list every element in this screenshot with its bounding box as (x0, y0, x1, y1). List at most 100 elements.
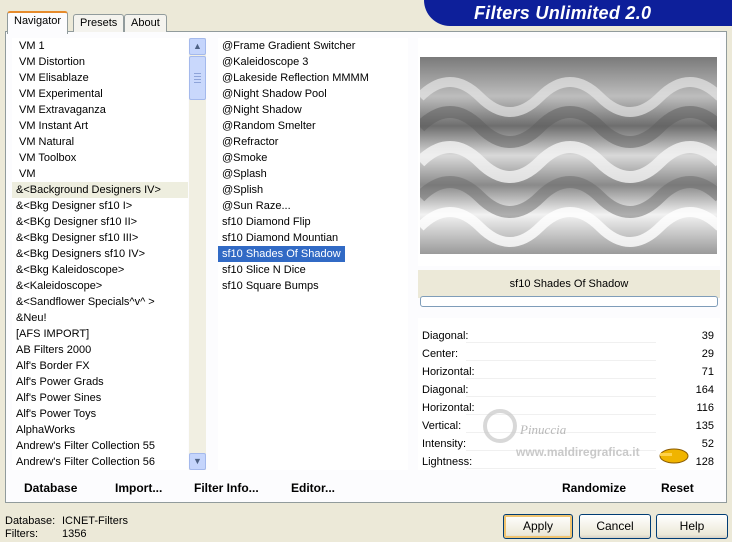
tab-presets[interactable]: Presets (73, 14, 125, 32)
list-item[interactable]: &<Bkg Designers sf10 IV> (12, 246, 188, 262)
slider-track[interactable] (466, 396, 656, 397)
tab-navigator[interactable]: Navigator (7, 11, 69, 34)
list-item[interactable]: Alf's Border FX (12, 358, 188, 374)
param-value: 29 (701, 348, 714, 360)
filters-label: Filters: (5, 528, 38, 540)
param-slider[interactable]: Vertical: 135 (418, 417, 720, 435)
list-item[interactable]: @Splash (218, 166, 408, 182)
list-item[interactable]: sf10 Slice N Dice (218, 262, 408, 278)
list-item[interactable]: Alf's Power Toys (12, 406, 188, 422)
list-item[interactable]: @Night Shadow (218, 102, 408, 118)
database-button[interactable]: Database (24, 480, 77, 496)
list-item-selected[interactable]: sf10 Shades Of Shadow (218, 246, 345, 262)
list-item[interactable]: VM 1 (12, 38, 188, 54)
list-item[interactable]: &<BKg Designer sf10 II> (12, 214, 188, 230)
list-item[interactable]: VM Distortion (12, 54, 188, 70)
slider-track[interactable] (466, 450, 656, 451)
list-item[interactable]: VM Natural (12, 134, 188, 150)
list-item[interactable]: @Kaleidoscope 3 (218, 54, 408, 70)
list-item[interactable]: Alf's Power Sines (12, 390, 188, 406)
param-value: 52 (701, 438, 714, 450)
param-value: 116 (696, 402, 714, 414)
list-item[interactable]: &<Bkg Designer sf10 III> (12, 230, 188, 246)
list-item[interactable]: &<Kaleidoscope> (12, 278, 188, 294)
editor-button[interactable]: Editor... (291, 480, 335, 496)
randomize-button[interactable]: Randomize (562, 480, 626, 496)
help-button[interactable]: Help (656, 514, 728, 539)
param-label: Vertical: (422, 420, 462, 432)
list-item[interactable]: Andrew's Filter Collection 56 (12, 454, 188, 470)
list-item-selected[interactable]: &<Background Designers IV> (12, 182, 188, 198)
tab-about[interactable]: About (124, 14, 167, 32)
parameter-panel: Diagonal: 39 Center: 29 Horizontal: 71 D… (418, 318, 720, 470)
list-item[interactable]: @Smoke (218, 150, 408, 166)
list-item[interactable]: @Refractor (218, 134, 408, 150)
database-value: ICNET-Filters (62, 515, 128, 527)
param-value: 128 (695, 456, 714, 468)
param-slider[interactable]: Diagonal: 39 (418, 327, 720, 345)
list-item[interactable]: @Lakeside Reflection MMMM (218, 70, 408, 86)
category-scrollbar[interactable]: ▲ ▼ (189, 38, 206, 470)
selected-filter-name: sf10 Shades Of Shadow (418, 270, 720, 298)
slider-track[interactable] (466, 360, 656, 361)
param-slider[interactable]: Horizontal: 116 (418, 399, 720, 417)
preview-image (420, 57, 717, 254)
list-item[interactable]: @Splish (218, 182, 408, 198)
apply-button[interactable]: Apply (503, 514, 573, 539)
param-value: 39 (701, 330, 714, 342)
param-label: Diagonal: (422, 384, 469, 396)
slider-track[interactable] (466, 432, 656, 433)
chevron-up-icon[interactable]: ▲ (189, 38, 206, 55)
slider-track[interactable] (466, 378, 656, 379)
list-item[interactable]: VM Instant Art (12, 118, 188, 134)
param-value: 71 (701, 366, 714, 378)
param-slider[interactable]: Intensity: 52 (418, 435, 720, 453)
progress-bar (420, 296, 718, 307)
filter-info-button[interactable]: Filter Info... (194, 480, 259, 496)
list-item[interactable]: sf10 Square Bumps (218, 278, 408, 294)
param-label: Diagonal: (422, 330, 469, 342)
param-slider[interactable]: Lightness: 128 (418, 453, 720, 471)
filters-count: 1356 (62, 528, 87, 540)
scrollbar-thumb[interactable] (189, 56, 206, 100)
slider-track[interactable] (466, 414, 656, 415)
list-item[interactable]: VM Elisablaze (12, 70, 188, 86)
param-slider[interactable]: Diagonal: 164 (418, 381, 720, 399)
list-item[interactable]: @Frame Gradient Switcher (218, 38, 408, 54)
app-title: Filters Unlimited 2.0 (474, 3, 652, 23)
import-button[interactable]: Import... (115, 480, 162, 496)
list-item[interactable]: &<Bkg Designer sf10 I> (12, 198, 188, 214)
list-item[interactable]: sf10 Diamond Mountian (218, 230, 408, 246)
list-item[interactable]: &Neu! (12, 310, 188, 326)
list-item[interactable]: VM Extravaganza (12, 102, 188, 118)
database-label: Database: (5, 515, 56, 527)
param-label: Lightness: (422, 456, 473, 468)
list-item[interactable]: VM (12, 166, 188, 182)
list-item[interactable]: AlphaWorks (12, 422, 188, 438)
param-slider[interactable]: Horizontal: 71 (418, 363, 720, 381)
list-item[interactable]: Andrew's Filter Collection 55 (12, 438, 188, 454)
param-value: 164 (695, 384, 714, 396)
param-value: 135 (695, 420, 714, 432)
param-label: Center: (422, 348, 459, 360)
category-list[interactable]: VM 1 VM Distortion VM Elisablaze VM Expe… (12, 38, 188, 470)
list-item[interactable]: VM Experimental (12, 86, 188, 102)
filter-list[interactable]: @Frame Gradient Switcher @Kaleidoscope 3… (218, 38, 408, 470)
cancel-button[interactable]: Cancel (579, 514, 651, 539)
list-item[interactable]: &<Sandflower Specials^v^ > (12, 294, 188, 310)
reset-button[interactable]: Reset (661, 480, 694, 496)
list-item[interactable]: @Random Smelter (218, 118, 408, 134)
list-item[interactable]: &<Bkg Kaleidoscope> (12, 262, 188, 278)
list-item[interactable]: sf10 Diamond Flip (218, 214, 408, 230)
param-label: Intensity: (422, 438, 467, 450)
list-item[interactable]: [AFS IMPORT] (12, 326, 188, 342)
list-item[interactable]: VM Toolbox (12, 150, 188, 166)
list-item[interactable]: @Sun Raze... (218, 198, 408, 214)
list-item[interactable]: AB Filters 2000 (12, 342, 188, 358)
slider-track[interactable] (466, 468, 656, 469)
slider-track[interactable] (466, 342, 656, 343)
list-item[interactable]: @Night Shadow Pool (218, 86, 408, 102)
param-slider[interactable]: Center: 29 (418, 345, 720, 363)
list-item[interactable]: Alf's Power Grads (12, 374, 188, 390)
chevron-down-icon[interactable]: ▼ (189, 453, 206, 470)
